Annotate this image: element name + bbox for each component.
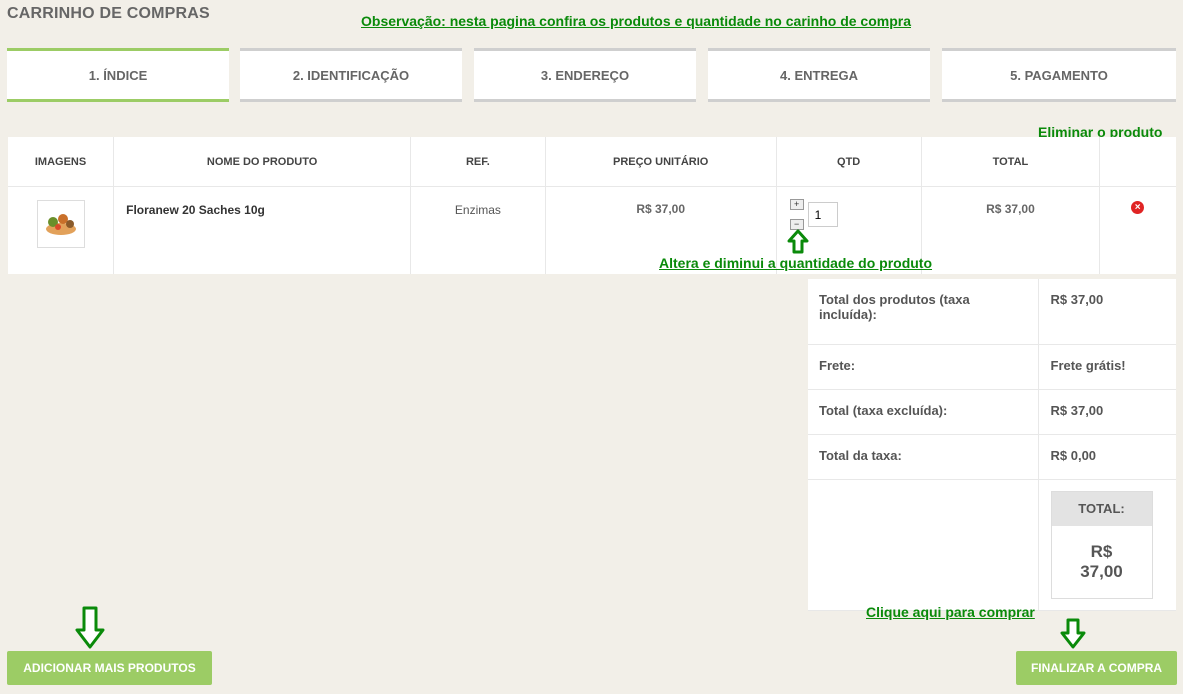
summary-label: Total dos produtos (taxa incluída):	[808, 279, 1039, 345]
buy-hint: Clique aqui para comprar	[866, 604, 1035, 620]
step-identification[interactable]: 2. IDENTIFICAÇÃO	[240, 48, 462, 102]
checkout-button[interactable]: FINALIZAR A COMPRA	[1016, 651, 1177, 685]
total-value-amount: 37,00	[1080, 561, 1123, 581]
product-image	[45, 214, 76, 235]
summary-total-row: TOTAL: R$ 37,00	[808, 479, 1176, 611]
summary-row: Total da taxa: R$ 0,00	[808, 434, 1176, 480]
product-image-cell	[8, 186, 115, 274]
remove-cell: ×	[1100, 187, 1176, 275]
page-title: CARRINHO DE COMPRAS	[7, 5, 210, 22]
col-total: TOTAL	[921, 137, 1101, 187]
step-payment[interactable]: 5. PAGAMENTO	[942, 48, 1176, 102]
summary-label: Total da taxa:	[808, 434, 1039, 480]
summary-value: R$ 0,00	[1038, 434, 1176, 480]
col-qty: QTD	[776, 137, 922, 187]
step-delivery[interactable]: 4. ENTREGA	[708, 48, 930, 102]
product-name[interactable]: Floranew 20 Saches 10g	[113, 186, 412, 274]
total-value: R$ 37,00	[1052, 526, 1152, 598]
summary-row: Total dos produtos (taxa incluída): R$ 3…	[808, 279, 1176, 345]
cart-table: IMAGENS NOME DO PRODUTO REF. PREÇO UNITÁ…	[8, 137, 1176, 274]
summary-label: Total (taxa excluída):	[808, 389, 1039, 435]
table-row: Floranew 20 Saches 10g Enzimas R$ 37,00 …	[8, 186, 1176, 275]
col-unit-price: PREÇO UNITÁRIO	[545, 137, 777, 187]
product-total: R$ 37,00	[921, 186, 1101, 274]
down-arrow-icon	[75, 606, 105, 649]
remove-icon[interactable]: ×	[1131, 201, 1145, 214]
product-thumbnail[interactable]	[36, 200, 85, 248]
summary-label: Frete:	[808, 344, 1039, 390]
total-label: TOTAL:	[1051, 491, 1152, 526]
col-images: IMAGENS	[8, 137, 115, 187]
step-address[interactable]: 3. ENDEREÇO	[474, 48, 696, 102]
total-value-currency: R$	[1090, 541, 1113, 561]
summary-value: R$ 37,00	[1038, 389, 1176, 435]
qty-input[interactable]	[807, 202, 838, 227]
total-box: TOTAL: R$ 37,00	[1050, 490, 1153, 599]
down-arrow-icon	[1060, 618, 1086, 649]
add-more-products-button[interactable]: ADICIONAR MAIS PRODUTOS	[7, 651, 212, 685]
col-product-name: NOME DO PRODUTO	[113, 137, 412, 187]
product-ref: Enzimas	[410, 186, 546, 274]
summary-value: Frete grátis!	[1038, 344, 1176, 390]
cart-header-row: IMAGENS NOME DO PRODUTO REF. PREÇO UNITÁ…	[8, 137, 1176, 187]
summary-value: R$ 37,00	[1038, 279, 1176, 345]
checkout-steps: 1. ÍNDICE 2. IDENTIFICAÇÃO 3. ENDEREÇO 4…	[7, 48, 1176, 106]
up-arrow-icon	[787, 229, 809, 254]
summary-row: Total (taxa excluída): R$ 37,00	[808, 389, 1176, 435]
order-summary: Total dos produtos (taxa incluída): R$ 3…	[808, 279, 1176, 611]
col-ref: REF.	[410, 137, 546, 187]
qty-hint: Altera e diminui a quantidade do produto	[659, 255, 933, 271]
observation-note: Observação: nesta pagina confira os prod…	[361, 13, 911, 29]
step-index[interactable]: 1. ÍNDICE	[7, 48, 229, 102]
qty-increase-button[interactable]: +	[789, 199, 804, 210]
summary-row: Frete: Frete grátis!	[808, 344, 1176, 390]
col-remove	[1099, 137, 1176, 187]
